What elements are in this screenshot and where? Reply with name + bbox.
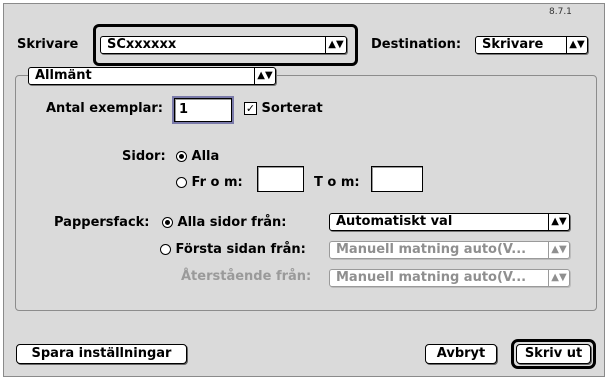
printer-popup-value: SCxxxxxx	[107, 37, 177, 52]
up-down-arrows-icon: ▲▼	[566, 37, 587, 53]
pages-from-field[interactable]	[257, 166, 304, 192]
up-down-arrows-icon: ▲▼	[325, 37, 346, 53]
panel-popup[interactable]: Allmänt ▲▼	[28, 67, 276, 85]
version-label: 8.7.1	[549, 7, 572, 17]
collate-label: Sorterat	[261, 101, 323, 116]
up-down-arrows-icon: ▲▼	[548, 242, 569, 258]
all-pages-source-value: Automatiskt val	[336, 214, 453, 229]
pages-all-label: Alla	[191, 149, 220, 164]
all-pages-source-popup[interactable]: Automatiskt val ▲▼	[329, 213, 570, 231]
printer-label: Skrivare	[17, 37, 79, 52]
all-pages-from-radio[interactable]: Alla sidor från:	[162, 215, 286, 230]
print-dialog: 8.7.1 Skrivare SCxxxxxx ▲▼ Destination: …	[3, 3, 605, 377]
up-down-arrows-icon: ▲▼	[254, 68, 275, 84]
pages-label: Sidor:	[122, 149, 166, 164]
paper-source-label: Pappersfack:	[54, 215, 150, 230]
radio-selected-icon	[162, 217, 173, 228]
cancel-button[interactable]: Avbryt	[425, 344, 497, 364]
remaining-source-popup[interactable]: Manuell matning auto(V... ▲▼	[329, 269, 570, 287]
first-page-source-popup[interactable]: Manuell matning auto(V... ▲▼	[329, 241, 570, 259]
all-pages-from-label: Alla sidor från:	[177, 215, 287, 230]
radio-unselected-icon	[176, 177, 187, 188]
copies-label: Antal exemplar:	[46, 101, 163, 116]
collate-checkbox[interactable]: ✓ Sorterat	[244, 101, 323, 116]
first-page-source-value: Manuell matning auto(V...	[336, 242, 527, 257]
first-page-from-radio[interactable]: Första sidan från:	[160, 242, 306, 257]
remaining-from-label: Återstående från:	[181, 269, 312, 284]
copies-field[interactable]: 1	[172, 96, 234, 124]
remaining-source-value: Manuell matning auto(V...	[336, 270, 527, 285]
save-settings-button[interactable]: Spara inställningar	[16, 344, 187, 364]
pages-all-radio[interactable]: Alla	[176, 149, 219, 164]
pages-from-label: Fr o m:	[191, 175, 243, 190]
panel-popup-value: Allmänt	[35, 68, 92, 83]
first-page-from-label: Första sidan från:	[175, 242, 306, 257]
destination-popup-value: Skrivare	[482, 37, 544, 52]
radio-unselected-icon	[160, 244, 171, 255]
print-button[interactable]: Skriv ut	[516, 344, 591, 364]
pages-to-label: T o m:	[314, 175, 360, 190]
pages-range-radio[interactable]: Fr o m:	[176, 175, 243, 190]
radio-selected-icon	[176, 151, 187, 162]
printer-popup[interactable]: SCxxxxxx ▲▼	[100, 36, 347, 54]
pages-to-field[interactable]	[371, 166, 423, 192]
up-down-arrows-icon: ▲▼	[548, 270, 569, 286]
checkmark-icon: ✓	[244, 102, 257, 115]
destination-label: Destination:	[371, 37, 462, 52]
destination-popup[interactable]: Skrivare ▲▼	[475, 36, 588, 54]
up-down-arrows-icon: ▲▼	[548, 214, 569, 230]
